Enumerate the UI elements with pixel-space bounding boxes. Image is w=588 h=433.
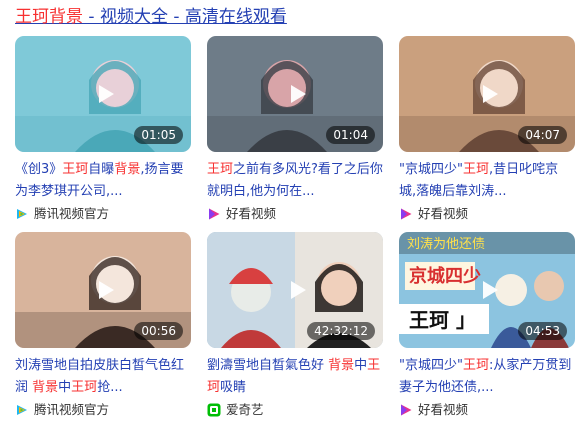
overlay-caption: 京城四少 xyxy=(409,265,481,287)
overlay-caption: 王珂 」 xyxy=(409,308,476,332)
video-title-link[interactable]: 刘涛雪地自拍皮肤白皙气色红润 背景中王珂抢... xyxy=(15,355,191,399)
video-card[interactable]: 42:32:12 劉濤雪地自晳氣色好 背景中王珂吸睛 爱奇艺 xyxy=(207,232,383,419)
video-thumbnail[interactable]: 01:04 xyxy=(207,36,383,152)
play-icon[interactable] xyxy=(479,83,501,105)
title-text: 之前有多风光?看了之后你就明白,他为何在... xyxy=(207,162,383,199)
video-card[interactable]: 04:07 "京城四少"王珂,昔日叱咤京城,落魄后靠刘涛... 好看视频 xyxy=(399,36,575,223)
source-name: 好看视频 xyxy=(226,206,277,221)
video-thumbnail[interactable]: 42:32:12 xyxy=(207,232,383,348)
play-icon[interactable] xyxy=(479,279,501,301)
highlight-keyword: 王珂 xyxy=(462,162,489,177)
title-text: 吸睛 xyxy=(220,380,247,395)
highlight-keyword: 王珂 xyxy=(71,380,98,395)
highlight-keyword: 王珂背景 xyxy=(15,7,83,27)
video-duration: 00:56 xyxy=(134,322,183,340)
highlight-keyword: 背景 xyxy=(32,380,59,395)
overlay-caption: 刘涛为他还债 xyxy=(407,236,485,252)
video-duration: 04:53 xyxy=(518,322,567,340)
video-source[interactable]: 腾讯视频官方 xyxy=(15,401,191,419)
video-card[interactable]: 刘涛为他还债 京城四少 王珂 」 04:53 "京城四少"王珂:从家产万贯到妻子… xyxy=(399,232,575,419)
video-title-link[interactable]: "京城四少"王珂,昔日叱咤京城,落魄后靠刘涛... xyxy=(399,159,575,203)
video-title-link[interactable]: "京城四少"王珂:从家产万贯到妻子为他还债,... xyxy=(399,355,575,399)
source-name: 好看视频 xyxy=(418,206,469,221)
source-name: 好看视频 xyxy=(418,402,469,417)
video-thumbnail[interactable]: 04:07 xyxy=(399,36,575,152)
tencent-video-icon xyxy=(17,405,27,415)
video-title-link[interactable]: 王珂之前有多风光?看了之后你就明白,他为何在... xyxy=(207,159,383,203)
title-text: - 视频大全 - 高清在线观看 xyxy=(83,7,287,27)
haokan-video-icon xyxy=(401,208,412,220)
video-duration: 42:32:12 xyxy=(307,322,375,340)
highlight-keyword: 背景 xyxy=(328,358,355,373)
play-icon[interactable] xyxy=(287,83,309,105)
result-title[interactable]: 王珂背景 - 视频大全 - 高清在线观看 xyxy=(15,6,287,28)
title-text: 中 xyxy=(354,358,368,373)
video-title-link[interactable]: 《创3》王珂自曝背景,扬言要为李梦琪开公司,... xyxy=(15,159,191,203)
highlight-keyword: 王珂 xyxy=(62,162,89,177)
video-duration: 01:05 xyxy=(134,126,183,144)
video-source[interactable]: 好看视频 xyxy=(207,205,383,223)
title-text: 抢... xyxy=(97,380,123,395)
result-title-link[interactable]: 王珂背景 - 视频大全 - 高清在线观看 xyxy=(15,7,287,27)
iqiyi-icon xyxy=(207,403,221,417)
video-source[interactable]: 爱奇艺 xyxy=(207,401,383,419)
title-text: 劉濤雪地自晳氣色好 xyxy=(207,358,329,373)
highlight-keyword: 王珂 xyxy=(462,358,489,373)
title-text: "京城四少" xyxy=(399,162,463,177)
video-source[interactable]: 好看视频 xyxy=(399,401,575,419)
video-source[interactable]: 腾讯视频官方 xyxy=(15,205,191,223)
source-name: 腾讯视频官方 xyxy=(34,402,110,417)
tencent-video-icon xyxy=(17,209,27,219)
video-thumbnail[interactable]: 01:05 xyxy=(15,36,191,152)
video-duration: 01:04 xyxy=(326,126,375,144)
title-text: 中 xyxy=(58,380,72,395)
video-source[interactable]: 好看视频 xyxy=(399,205,575,223)
video-card[interactable]: 00:56 刘涛雪地自拍皮肤白皙气色红润 背景中王珂抢... 腾讯视频官方 xyxy=(15,232,191,419)
video-card[interactable]: 01:04 王珂之前有多风光?看了之后你就明白,他为何在... 好看视频 xyxy=(207,36,383,223)
video-thumbnail[interactable]: 00:56 xyxy=(15,232,191,348)
haokan-video-icon xyxy=(209,208,220,220)
highlight-keyword: 背景 xyxy=(114,162,141,177)
video-duration: 04:07 xyxy=(518,126,567,144)
play-icon[interactable] xyxy=(95,279,117,301)
video-thumbnail[interactable]: 刘涛为他还债 京城四少 王珂 」 04:53 xyxy=(399,232,575,348)
title-text: "京城四少" xyxy=(399,358,463,373)
haokan-video-icon xyxy=(401,404,412,416)
video-card[interactable]: 01:05 《创3》王珂自曝背景,扬言要为李梦琪开公司,... 腾讯视频官方 xyxy=(15,36,191,223)
play-icon[interactable] xyxy=(95,83,117,105)
title-text: 自曝 xyxy=(88,162,115,177)
highlight-keyword: 王珂 xyxy=(207,162,234,177)
play-icon[interactable] xyxy=(287,279,309,301)
source-name: 爱奇艺 xyxy=(226,402,264,417)
title-text: 《创3》 xyxy=(15,162,63,177)
source-name: 腾讯视频官方 xyxy=(34,206,110,221)
video-title-link[interactable]: 劉濤雪地自晳氣色好 背景中王珂吸睛 xyxy=(207,355,383,399)
